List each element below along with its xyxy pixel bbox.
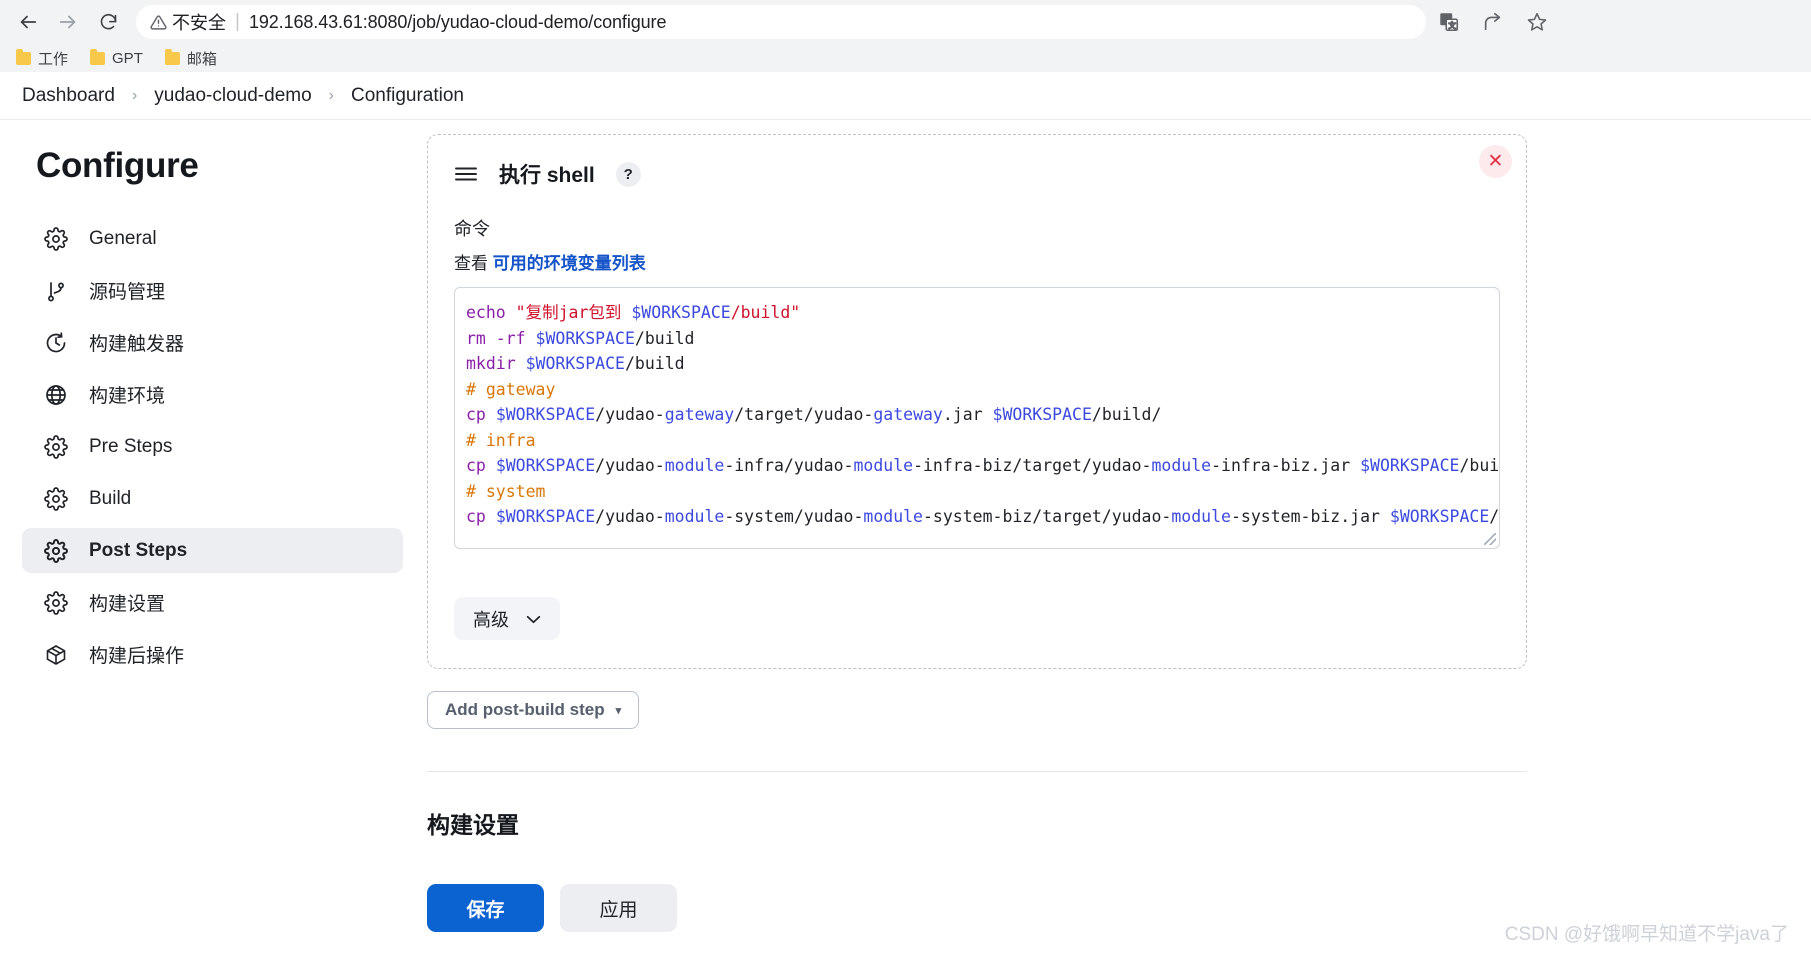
command-line: echo "复制jar包到 $WORKSPACE/build" [466, 303, 801, 322]
folder-icon [90, 48, 106, 65]
add-step-label: Add post-build step [445, 700, 605, 719]
bookmark-item[interactable]: 邮箱 [164, 48, 217, 69]
command-line: rm -rf $WORKSPACE/build [466, 328, 695, 348]
globe-icon [43, 382, 69, 408]
bookmark-label: GPT [112, 49, 143, 67]
help-icon[interactable]: ? [615, 161, 641, 187]
gear-icon [43, 590, 69, 616]
sidebar-item-label: General [89, 227, 157, 249]
command-code-lines: echo "复制jar包到 $WORKSPACE/build" rm -rf $W… [466, 300, 1500, 530]
command-line: cp $WORKSPACE/yudao-module-infra/yudao-m… [466, 456, 1500, 475]
gear-icon [43, 486, 69, 512]
page-title: Configure [36, 146, 199, 185]
env-vars-link[interactable]: 可用的环境变量列表 [493, 254, 646, 273]
caret-down-icon: ▾ [615, 704, 622, 717]
command-line: # infra [466, 430, 536, 450]
section-divider [427, 771, 1527, 772]
save-button[interactable]: 保存 [427, 884, 544, 932]
sidebar: Configure General 源码管理 构建触发器 构建环境 Pre St… [0, 120, 425, 932]
drag-handle-icon[interactable] [454, 162, 478, 186]
browser-nav-row: 不安全 | 192.168.43.61:8080/job/yudao-cloud… [0, 0, 1811, 44]
main-content: ✕ 执行 shell ? 命令 查看 可用的环境变量列表 echo "复制jar… [425, 120, 1811, 932]
sidebar-item-pre-steps[interactable]: Pre Steps [22, 424, 403, 469]
not-secure-warning-icon [150, 14, 167, 31]
sidebar-item-label: 构建设置 [89, 594, 166, 615]
sidebar-item-build[interactable]: Build [22, 476, 403, 521]
sidebar-item-label: Build [89, 487, 132, 509]
breadcrumb-item-configuration[interactable]: Configuration [351, 85, 464, 107]
advanced-label: 高级 [473, 609, 509, 630]
bookmark-item[interactable]: 工作 [16, 48, 68, 69]
gear-icon [43, 538, 69, 564]
omnibox-separator: | [235, 11, 240, 32]
svg-text:文: 文 [1449, 21, 1457, 30]
bookmark-star-icon[interactable] [1526, 11, 1548, 33]
command-line: cp $WORKSPACE/yudao-module-system/yudao-… [466, 507, 1500, 526]
close-icon[interactable]: ✕ [1479, 145, 1512, 178]
breadcrumb-separator-icon: › [131, 86, 138, 104]
hint-prefix: 查看 [454, 254, 488, 273]
git-branch-icon [43, 278, 69, 304]
bookmark-label: 邮箱 [186, 50, 217, 68]
command-line: # gateway [466, 379, 556, 399]
sidebar-nav: General 源码管理 构建触发器 构建环境 Pre Steps Build … [0, 216, 425, 677]
chevron-down-icon [526, 611, 541, 627]
breadcrumb-item-dashboard[interactable]: Dashboard [22, 85, 115, 107]
url-text[interactable]: 192.168.43.61:8080/job/yudao-cloud-demo/… [249, 12, 667, 33]
apply-button[interactable]: 应用 [560, 884, 677, 932]
sidebar-item-build-environment[interactable]: 构建环境 [22, 372, 403, 417]
sidebar-item-label: 构建环境 [89, 386, 166, 407]
watermark: CSDN @好饿啊早知道不学java了 [1504, 924, 1789, 945]
sidebar-item-source-management[interactable]: 源码管理 [22, 268, 403, 313]
translate-icon[interactable]: G文 [1438, 11, 1460, 33]
sidebar-item-build-settings[interactable]: 构建设置 [22, 580, 403, 625]
package-icon [43, 642, 69, 668]
browser-actions: G文 [1438, 11, 1560, 33]
folder-icon [16, 48, 31, 65]
body-wrapper: Configure General 源码管理 构建触发器 构建环境 Pre St… [0, 120, 1811, 932]
browser-chrome: 不安全 | 192.168.43.61:8080/job/yudao-cloud… [0, 0, 1811, 72]
command-line: cp $WORKSPACE/yudao-gateway/target/yudao… [466, 405, 1162, 424]
sidebar-item-label: 构建触发器 [89, 334, 185, 355]
sidebar-item-build-triggers[interactable]: 构建触发器 [22, 320, 403, 365]
back-arrow-icon[interactable] [10, 4, 46, 40]
step-header: 执行 shell ? [454, 159, 1500, 189]
sidebar-item-label: Post Steps [89, 539, 188, 561]
share-icon[interactable] [1482, 11, 1504, 33]
command-line: mkdir $WORKSPACE/build [466, 354, 685, 373]
page-content: Dashboard › yudao-cloud-demo › Configura… [0, 72, 1811, 961]
gear-icon [43, 226, 69, 252]
step-title: 执行 shell [499, 164, 595, 187]
clock-icon [43, 330, 69, 356]
add-post-build-step-button[interactable]: Add post-build step ▾ [427, 691, 640, 729]
command-field-label: 命令 [454, 219, 490, 239]
advanced-toggle-button[interactable]: 高级 [454, 597, 560, 640]
build-step-card: ✕ 执行 shell ? 命令 查看 可用的环境变量列表 echo "复制jar… [427, 134, 1527, 669]
command-line: # system [466, 481, 546, 501]
sidebar-item-general[interactable]: General [22, 216, 403, 261]
sidebar-item-label: 源码管理 [89, 282, 166, 303]
sidebar-item-label: 构建后操作 [89, 646, 185, 667]
security-label: 不安全 [172, 13, 226, 33]
breadcrumb-item-job[interactable]: yudao-cloud-demo [154, 85, 311, 107]
command-textarea[interactable]: echo "复制jar包到 $WORKSPACE/build" rm -rf $W… [454, 287, 1500, 549]
forward-arrow-icon[interactable] [50, 4, 86, 40]
bookmark-item[interactable]: GPT [90, 48, 143, 67]
breadcrumb: Dashboard › yudao-cloud-demo › Configura… [0, 72, 1811, 120]
bookmarks-bar: 工作 GPT 邮箱 [0, 44, 1811, 72]
bookmark-label: 工作 [38, 50, 69, 68]
folder-icon [164, 48, 180, 65]
breadcrumb-separator-icon: › [328, 86, 334, 104]
gear-icon [43, 434, 69, 460]
sidebar-item-label: Pre Steps [89, 435, 173, 457]
sidebar-item-post-build-actions[interactable]: 构建后操作 [22, 632, 403, 677]
address-bar[interactable]: 不安全 | 192.168.43.61:8080/job/yudao-cloud… [136, 5, 1426, 39]
textarea-resize-handle[interactable] [1484, 533, 1496, 545]
reload-icon[interactable] [90, 4, 126, 40]
env-vars-hint: 查看 可用的环境变量列表 [454, 249, 1500, 274]
build-settings-heading: 构建设置 [427, 812, 519, 838]
sidebar-item-post-steps[interactable]: Post Steps [22, 528, 403, 573]
